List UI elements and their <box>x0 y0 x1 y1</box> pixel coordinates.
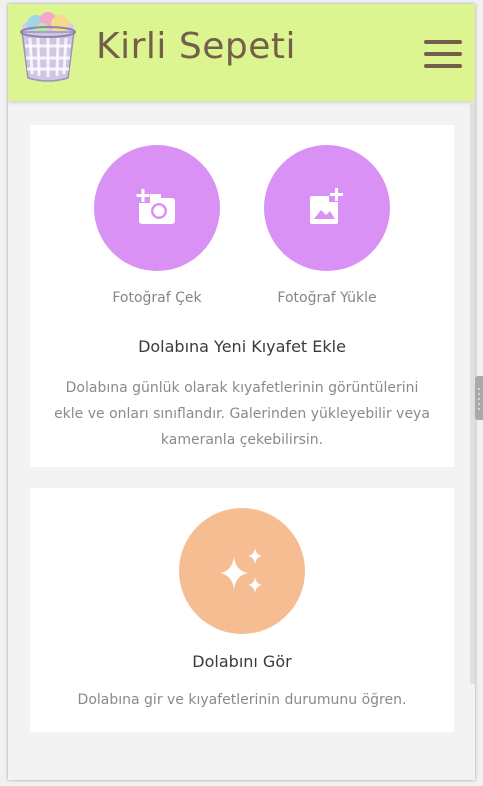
resize-handle[interactable] <box>475 376 483 420</box>
view-wardrobe-button[interactable] <box>179 508 305 634</box>
take-photo-label: Fotoğraf Çek <box>112 290 202 306</box>
take-photo-button[interactable] <box>94 145 220 271</box>
add-clothes-title: Dolabına Yeni Kıyafet Ekle <box>138 337 346 356</box>
hamburger-menu-icon[interactable] <box>424 40 462 68</box>
view-wardrobe-description: Dolabına gir ve kıyafetlerinin durumunu … <box>77 692 407 708</box>
app-title: Kirli Sepeti <box>96 26 296 67</box>
add-clothes-card: Fotoğraf Çek Fotoğraf Yükle Dolabına Yen… <box>30 125 454 467</box>
app-window: Kirli Sepeti Fotoğraf Çek Fotoğraf Yükle… <box>8 4 475 780</box>
upload-photo-label: Fotoğraf Yükle <box>277 290 377 306</box>
app-header: Kirli Sepeti <box>8 4 475 101</box>
add-clothes-description: Dolabına günlük olarak kıyafetlerinin gö… <box>54 380 430 448</box>
view-wardrobe-card: Dolabını Gör Dolabına gir ve kıyafetleri… <box>30 488 454 732</box>
add-camera-icon <box>136 189 175 224</box>
upload-photo-button[interactable] <box>264 145 390 271</box>
laundry-basket-icon <box>20 12 76 82</box>
add-image-icon <box>310 187 344 224</box>
sparkles-icon <box>220 548 262 593</box>
view-wardrobe-title: Dolabını Gör <box>192 652 292 671</box>
